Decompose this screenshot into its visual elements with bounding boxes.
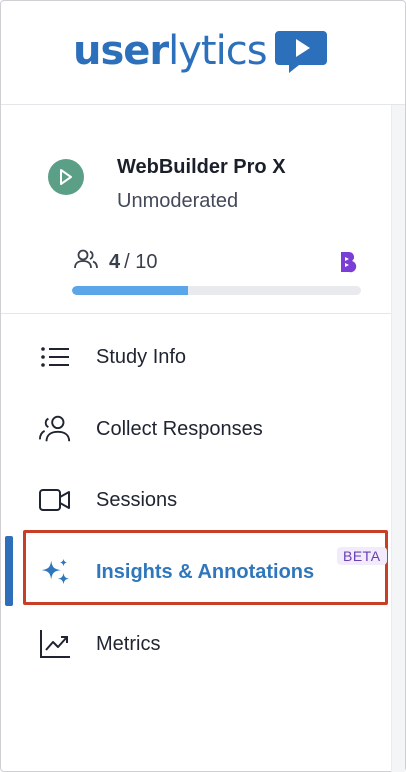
beta-badge: BETA [337, 547, 387, 565]
logo-header: userlytics [1, 1, 405, 105]
sidebar-panel: userlytics WebBuilder Pro X Unmoderated [0, 0, 406, 772]
users-icon [38, 414, 72, 444]
participants-icon [73, 248, 99, 276]
participants-total: / 10 [124, 250, 158, 273]
nav-label-insights-annotations: Insights & Annotations [96, 560, 315, 583]
sparkles-icon [38, 557, 72, 587]
nav-item-collect-responses[interactable]: Collect Responses [1, 401, 391, 457]
list-icon [38, 342, 72, 372]
logo-wordmark-light: lytics [168, 28, 267, 74]
study-type: Unmoderated [117, 190, 239, 212]
video-camera-icon [38, 485, 72, 515]
participants-progress-bar [72, 286, 361, 295]
nav-item-metrics[interactable]: Metrics [1, 616, 391, 672]
nav-item-insights-annotations[interactable]: Insights & Annotations [1, 544, 391, 600]
userlytics-logo[interactable]: userlytics [73, 27, 329, 75]
nav-item-study-info[interactable]: Study Info [1, 329, 391, 385]
chart-trend-icon [38, 629, 72, 659]
nav-label-sessions: Sessions [96, 488, 178, 511]
nav-label-collect-responses: Collect Responses [96, 417, 263, 440]
participants-counter: 4 / 10 [73, 248, 157, 276]
nav-label-metrics: Metrics [96, 632, 161, 655]
brand-b-icon [337, 251, 357, 273]
logo-play-icon [273, 27, 329, 75]
logo-wordmark-bold: user [73, 28, 169, 74]
nav-item-sessions[interactable]: Sessions [1, 472, 391, 528]
logo-wordmark: userlytics [73, 27, 268, 75]
study-play-icon [48, 159, 84, 195]
study-title: WebBuilder Pro X [117, 156, 286, 178]
progress-fill [72, 286, 188, 295]
participants-done: 4 [109, 250, 121, 273]
scroll-track[interactable] [391, 105, 405, 772]
nav-label-study-info: Study Info [96, 345, 187, 368]
